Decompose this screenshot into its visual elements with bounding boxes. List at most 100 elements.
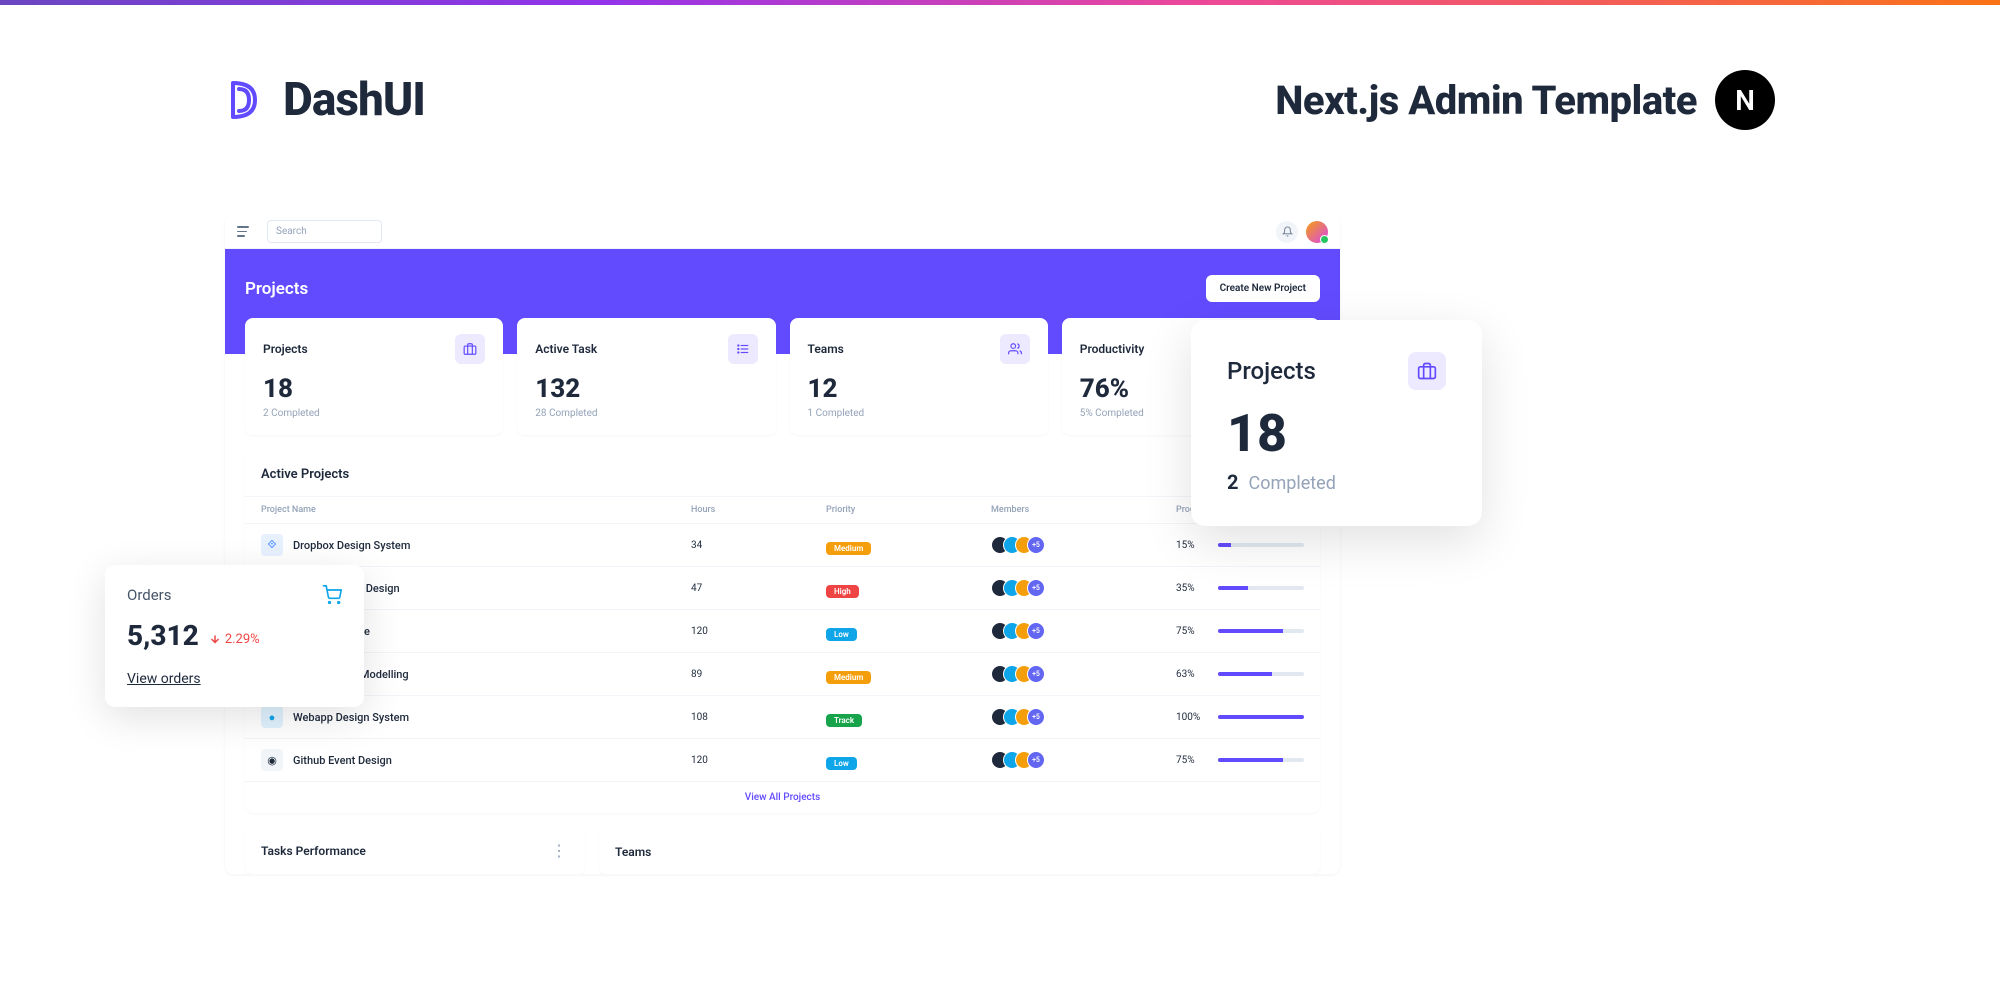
priority-badge: Medium: [826, 542, 871, 555]
page-title: Projects: [245, 279, 308, 299]
member-avatars: +5: [991, 536, 1176, 554]
stat-value: 132: [535, 374, 757, 404]
notification-bell-icon[interactable]: [1276, 221, 1298, 243]
progress-bar: [1218, 715, 1304, 719]
progress-bar: [1218, 586, 1304, 590]
marketing-header: DashUI Next.js Admin Template N: [0, 5, 2000, 180]
progress-percent: 63%: [1176, 669, 1208, 680]
member-avatars: +5: [991, 622, 1176, 640]
search-input[interactable]: Search: [267, 220, 382, 243]
progress-bar: [1218, 629, 1304, 633]
project-logo-icon: ◉: [261, 749, 283, 771]
tasks-performance-card: Tasks Performance ⋮: [245, 827, 585, 874]
table-row[interactable]: ● Webapp Design System 108 Track +5 100%: [245, 696, 1320, 739]
nextjs-branding: Next.js Admin Template N: [1275, 70, 1775, 130]
app-topbar: Search: [225, 215, 1340, 249]
column-header: Members: [991, 505, 1176, 515]
priority-badge: Track: [826, 714, 862, 727]
stat-card: Teams 12 1 Completed: [790, 318, 1048, 435]
stat-card: Active Task 132 28 Completed: [517, 318, 775, 435]
column-header: Hours: [691, 505, 826, 515]
table-row[interactable]: ✱Slack Team UI Design 47 High +5 35%: [245, 567, 1320, 610]
briefcase-icon: [1408, 352, 1446, 390]
column-header: Priority: [826, 505, 991, 515]
progress-percent: 35%: [1176, 583, 1208, 594]
priority-badge: Low: [826, 757, 857, 770]
list-icon: [728, 334, 758, 364]
arrow-down-icon: [209, 633, 221, 645]
orders-change-value: 2.29%: [225, 632, 260, 647]
tagline: Next.js Admin Template: [1275, 77, 1697, 124]
orders-value: 5,312: [127, 619, 199, 652]
member-avatars: +5: [991, 665, 1176, 683]
member-avatars: +5: [991, 751, 1176, 769]
project-name: Github Event Design: [293, 754, 392, 767]
teams-card: Teams: [599, 827, 1320, 874]
member-avatars: +5: [991, 708, 1176, 726]
stat-label: Productivity: [1080, 342, 1145, 356]
progress-bar: [1218, 758, 1304, 762]
teams-card-title: Teams: [615, 845, 651, 859]
projects-float-value: 18: [1227, 408, 1446, 460]
project-hours: 34: [691, 540, 826, 551]
progress-percent: 100%: [1176, 712, 1208, 723]
view-all-projects-link[interactable]: View All Projects: [245, 782, 1320, 813]
stats-row: Projects 18 2 Completed Active Task 132 …: [225, 318, 1340, 435]
table-row[interactable]: ◉GitHub Satellite 120 Low +5 75%: [245, 610, 1320, 653]
progress-percent: 75%: [1176, 755, 1208, 766]
more-options-icon[interactable]: ⋮: [551, 841, 569, 860]
column-header: Project Name: [261, 505, 691, 515]
priority-badge: High: [826, 585, 859, 598]
priority-badge: Medium: [826, 671, 871, 684]
project-hours: 89: [691, 669, 826, 680]
project-logo-icon: ⟐: [261, 534, 283, 556]
user-avatar[interactable]: [1306, 221, 1328, 243]
project-name: Dropbox Design System: [293, 539, 410, 552]
dashboard-screenshot: Search Projects Create New Project Proje…: [225, 215, 1340, 874]
brand-name: DashUI: [283, 73, 425, 127]
stat-value: 12: [808, 374, 1030, 404]
orders-change: 2.29%: [209, 632, 260, 647]
stat-subtext: 28 Completed: [535, 408, 757, 419]
progress-bar: [1218, 543, 1304, 547]
stat-label: Teams: [808, 342, 844, 356]
projects-callout-card: Projects 18 2 Completed: [1191, 320, 1482, 526]
projects-float-label: Projects: [1227, 357, 1316, 385]
table-row[interactable]: ◆3D Character Modelling 89 Medium +5 63%: [245, 653, 1320, 696]
view-orders-link[interactable]: View orders: [127, 671, 201, 687]
orders-callout-card: Orders 5,312 2.29% View orders: [105, 565, 364, 707]
project-logo-icon: ●: [261, 706, 283, 728]
stat-card: Projects 18 2 Completed: [245, 318, 503, 435]
active-projects-title: Active Projects: [245, 453, 1320, 496]
hamburger-menu-icon[interactable]: [237, 222, 257, 242]
projects-float-sub-num: 2: [1227, 470, 1238, 494]
users-icon: [1000, 334, 1030, 364]
table-row[interactable]: ⟐ Dropbox Design System 34 Medium +5 15%: [245, 524, 1320, 567]
stat-label: Projects: [263, 342, 308, 356]
search-placeholder: Search: [276, 226, 307, 237]
projects-float-sub-text: Completed: [1248, 473, 1335, 494]
project-hours: 120: [691, 626, 826, 637]
dashui-logo-icon: [225, 77, 271, 123]
priority-badge: Low: [826, 628, 857, 641]
create-project-button[interactable]: Create New Project: [1206, 275, 1320, 302]
project-hours: 108: [691, 712, 826, 723]
briefcase-icon: [455, 334, 485, 364]
orders-label: Orders: [127, 586, 172, 604]
active-projects-panel: Active Projects Project NameHoursPriorit…: [245, 453, 1320, 813]
brand-logo: DashUI: [225, 73, 425, 127]
table-row[interactable]: ◉Github Event Design 120 Low +5 75%: [245, 739, 1320, 782]
nextjs-logo-icon: N: [1715, 70, 1775, 130]
stat-subtext: 1 Completed: [808, 408, 1030, 419]
member-avatars: +5: [991, 579, 1176, 597]
table-header: Project NameHoursPriorityMembersProgress: [245, 496, 1320, 524]
stat-subtext: 2 Completed: [263, 408, 485, 419]
bottom-cards-row: Tasks Performance ⋮ Teams: [225, 813, 1340, 874]
progress-percent: 75%: [1176, 626, 1208, 637]
stat-label: Active Task: [535, 342, 597, 356]
stat-value: 18: [263, 374, 485, 404]
project-name: Webapp Design System: [293, 711, 409, 724]
cart-icon: [322, 585, 342, 605]
progress-percent: 15%: [1176, 540, 1208, 551]
progress-bar: [1218, 672, 1304, 676]
